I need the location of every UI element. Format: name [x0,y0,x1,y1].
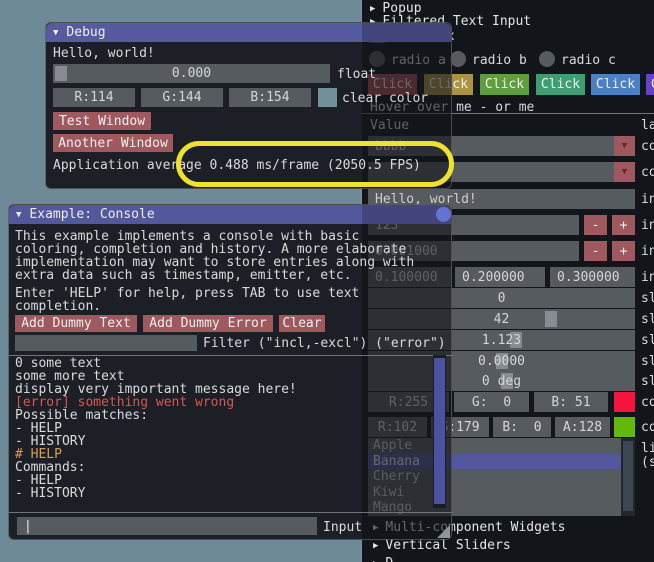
chevron-right-icon: ▶ [373,559,378,562]
listbox-scrollbar[interactable] [621,438,635,516]
click-button-6[interactable]: Click [646,74,654,95]
chevron-down-icon[interactable]: ▼ [614,136,635,156]
console-scrollbar[interactable] [433,355,446,508]
minus-button[interactable]: - [584,215,607,235]
log-line: Commands: [15,461,431,474]
radio-b-label: radio b [472,53,527,68]
combo-2-label: co [641,165,654,180]
console-scrollbar-thumb[interactable] [434,358,445,504]
console-log[interactable]: 0 some text some more text display very … [15,357,431,508]
radio-c[interactable] [539,51,555,67]
tree-node-vertical-sliders[interactable]: ▶ Vertical Sliders [373,538,511,553]
tree-node-label: D [385,556,393,562]
window-title: Example: Console [29,207,154,222]
separator [9,355,453,356]
slider-label: sl [641,354,654,369]
color2-swatch[interactable] [614,417,635,437]
color2-label: co [641,420,654,435]
input-int-label: in [641,218,654,233]
separator [9,512,453,513]
chevron-right-icon: ▶ [373,541,378,551]
chevron-right-icon: ▶ [370,4,375,14]
slider-value: 42 [494,312,510,327]
listbox-label-line1: li [641,441,654,456]
log-line: Possible matches: [15,409,431,422]
plus-button[interactable]: + [612,241,635,261]
slider-label: sl [641,374,654,389]
listbox-label-line2: (s [641,455,654,470]
slider-grab[interactable] [55,66,67,81]
color2-b-field[interactable]: B: 0 [493,417,551,437]
console-window: ▼ Example: Console This example implemen… [8,204,452,540]
slider-value: 0.000 [172,66,211,81]
filter-input[interactable] [15,335,197,351]
clear-color-r-field[interactable]: R:114 [53,88,135,107]
color2-a-field[interactable]: A:128 [555,417,610,437]
click-button-3[interactable]: Click [480,74,529,95]
float-slider[interactable]: 0.000 [53,64,330,83]
tree-node-clipped[interactable]: ▶ D [373,556,393,562]
clear-button[interactable]: Clear [279,315,325,332]
debug-window: ▼ Debug Hello, world! 0.000 float R:114 … [45,22,452,189]
clear-color-label: clear color [342,91,428,106]
close-icon[interactable] [436,207,451,222]
input-float3-y[interactable]: 0.200000 [455,267,545,287]
slider-label: sl [641,333,654,348]
log-line: - HISTORY [15,487,431,500]
add-dummy-error-button[interactable]: Add Dummy Error [143,315,273,332]
input-text-label: in [641,192,654,207]
resize-grip[interactable] [437,525,450,538]
radio-c-label: radio c [561,53,616,68]
color1-label: co [641,395,654,410]
tree-node-label: Vertical Sliders [385,538,510,553]
clear-color-swatch[interactable] [318,88,337,107]
chevron-down-icon[interactable]: ▼ [614,162,635,182]
collapse-arrow-icon[interactable]: ▼ [16,210,21,220]
listbox-scrollbar-thumb[interactable] [623,441,633,511]
minus-button[interactable]: - [584,241,607,261]
slider-value: 0.0000 [478,354,525,369]
plus-button[interactable]: + [612,215,635,235]
input-float3-z[interactable]: 0.300000 [550,267,635,287]
slider-label: sl [641,312,654,327]
window-title: Debug [66,25,105,40]
slider-value: 1.123 [482,333,521,348]
filter-label: Filter ("incl,-excl") ("error") [203,336,446,351]
debug-window-titlebar[interactable]: ▼ Debug [46,23,451,42]
color1-swatch[interactable] [614,392,635,412]
click-button-5[interactable]: Click [591,74,640,95]
add-dummy-text-button[interactable]: Add Dummy Text [15,315,137,332]
console-window-titlebar[interactable]: ▼ Example: Console [9,205,451,224]
click-button-4[interactable]: Click [536,74,585,95]
label-label: la [641,118,654,133]
fps-stats-text: Application average 0.488 ms/frame (2050… [53,158,421,173]
slider-label: sl [641,291,654,306]
combo-1-label: co [641,139,654,154]
console-input-label: Input [323,520,362,535]
hello-world-text: Hello, world! [53,46,155,61]
console-command-input[interactable]: | [17,517,317,535]
input-float-label: in [641,244,654,259]
collapse-arrow-icon[interactable]: ▼ [53,28,58,38]
another-window-button[interactable]: Another Window [53,134,173,152]
color1-g-field[interactable]: G: 0 [454,392,529,412]
slider-value: 0 deg [482,374,521,389]
color1-b-field[interactable]: B: 51 [534,392,608,412]
float-slider-label: float [337,67,376,82]
radio-b[interactable] [450,51,466,67]
input-float3-label: in [641,270,654,285]
test-window-button[interactable]: Test Window [53,112,151,130]
clear-color-b-field[interactable]: B:154 [229,88,311,107]
console-description: extra data such as timestamp, emitter, e… [15,268,352,283]
console-help-text: completion. [15,299,101,314]
log-line: - HISTORY [15,435,431,448]
slider-grab[interactable] [545,311,557,327]
clear-color-g-field[interactable]: G:144 [141,88,223,107]
